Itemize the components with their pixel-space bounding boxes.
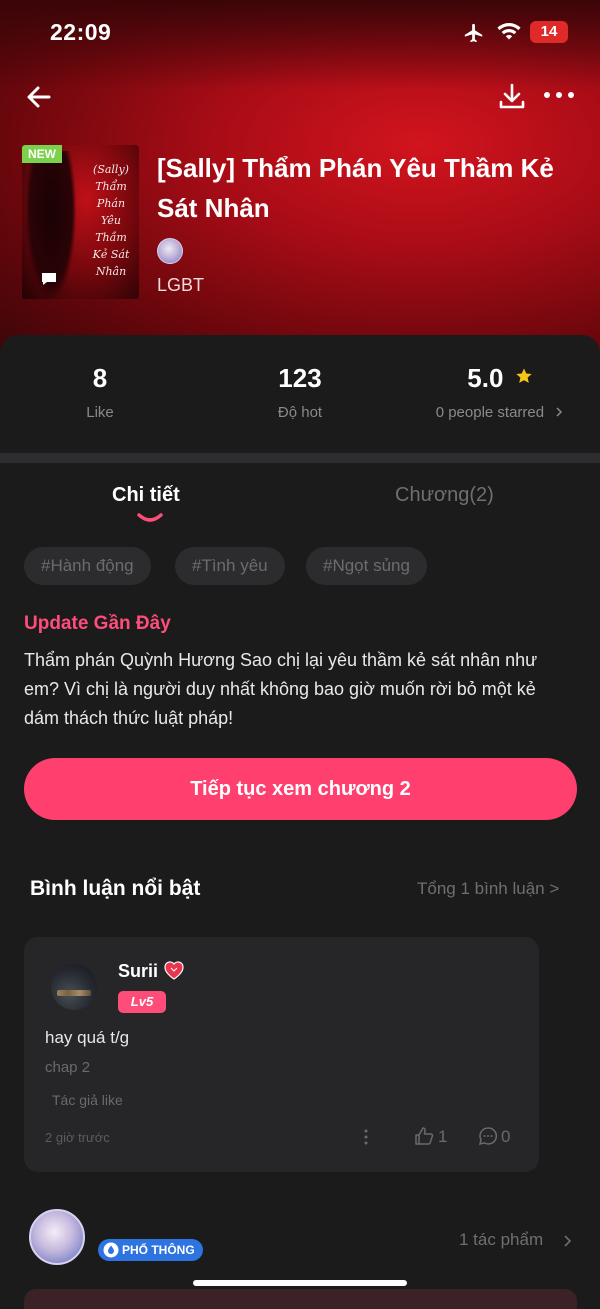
status-time: 22:09 <box>50 19 112 45</box>
author-liked-label: Tác giả like <box>52 1092 123 1108</box>
more-icon[interactable] <box>542 88 576 102</box>
cover-line: Yêu <box>101 214 121 227</box>
chevron-right-icon <box>556 407 563 417</box>
section-divider <box>0 453 600 463</box>
reply-bubble-icon[interactable] <box>478 1126 498 1146</box>
hot-value: 123 <box>278 363 322 393</box>
book-genre[interactable]: LGBT <box>157 275 204 296</box>
tab-chapters[interactable]: Chương(2) <box>395 484 494 507</box>
likes-label: Like <box>86 404 114 421</box>
update-description: Thẩm phán Quỳnh Hương Sao chị lại yêu th… <box>24 650 538 728</box>
back-arrow-icon[interactable] <box>22 80 56 114</box>
battery-icon: 14 <box>530 21 568 43</box>
next-section-peek <box>24 1289 577 1309</box>
comment-time: 2 giờ trước <box>45 1130 110 1145</box>
drop-icon <box>103 1242 119 1258</box>
update-heading: Update Gần Đây <box>24 613 171 634</box>
continue-reading-button[interactable]: Tiếp tục xem chương 2 <box>24 758 577 820</box>
tag-chip[interactable]: #Ngọt sủng <box>306 547 427 585</box>
book-cover[interactable]: NEW (Sally) Thẩm Phán Yêu Thầm Kẻ Sát Nh… <box>22 145 139 299</box>
rating-value: 5.0 <box>467 363 504 393</box>
book-title: [Sally] Thẩm Phán Yêu Thầm Kẻ Sát Nhân <box>157 153 554 223</box>
chat-bubble-icon <box>42 273 56 285</box>
author-tier-label: PHỔ THÔNG <box>122 1243 195 1257</box>
author-row[interactable]: PHỔ THÔNG 1 tác phẩm <box>0 1205 600 1275</box>
status-bar: 22:09 14 <box>0 0 600 66</box>
cover-line: Phán <box>96 197 126 210</box>
comment-more-icon[interactable] <box>362 1128 370 1146</box>
hot-label: Độ hot <box>277 404 323 421</box>
comment-chapter[interactable]: chap 2 <box>45 1059 90 1076</box>
airplane-icon <box>464 23 483 43</box>
stat-rating[interactable]: 5.0 0 people starred <box>400 363 600 421</box>
rating-label: 0 people starred <box>435 404 545 421</box>
wifi-icon <box>497 23 521 40</box>
author-works-link[interactable]: 1 tác phẩm <box>459 1230 543 1250</box>
comment-card[interactable]: Surii Lv5 hay quá t/g chap 2 Tác giả lik… <box>24 937 539 1172</box>
rating-row: 5.0 <box>400 363 600 394</box>
tag-chip[interactable]: #Hành động <box>24 547 151 585</box>
home-indicator[interactable] <box>193 1280 407 1286</box>
like-count: 1 <box>438 1127 448 1146</box>
star-icon <box>516 368 532 383</box>
reply-count: 0 <box>501 1127 511 1146</box>
comments-heading: Bình luận nổi bật <box>30 877 201 900</box>
stat-hot: 123 Độ hot <box>200 363 400 421</box>
stat-likes: 8 Like <box>0 363 200 421</box>
cover-line: Thầm <box>95 231 127 244</box>
author-avatar[interactable] <box>29 1209 85 1265</box>
new-badge: NEW <box>22 145 62 163</box>
cover-line: Nhân <box>95 265 127 278</box>
author-tier-badge: PHỔ THÔNG <box>98 1239 203 1261</box>
tab-detail[interactable]: Chi tiết <box>112 484 180 507</box>
cover-line: Kẻ Sát <box>92 248 130 261</box>
stats-row: 8 Like 123 Độ hot 5.0 0 people starred <box>0 345 600 445</box>
heart-icon <box>164 961 184 980</box>
commenter-avatar[interactable] <box>51 964 97 1010</box>
download-icon[interactable] <box>496 80 528 112</box>
cover-title-art: (Sally) Thẩm Phán Yêu Thầm Kẻ Sát Nhân <box>84 161 138 280</box>
top-nav <box>0 70 600 120</box>
rating-label-row: 0 people starred <box>400 404 600 421</box>
comment-text: hay quá t/g <box>45 1028 130 1047</box>
commenter-name[interactable]: Surii <box>118 961 158 982</box>
likes-value: 8 <box>92 363 108 393</box>
comments-total-link[interactable]: Tổng 1 bình luận > <box>417 879 559 899</box>
level-badge: Lv5 <box>118 991 166 1013</box>
author-avatar-small[interactable] <box>157 238 183 264</box>
tab-active-indicator <box>137 513 163 522</box>
thumbs-up-icon[interactable] <box>414 1126 434 1146</box>
chevron-right-icon <box>564 1235 572 1247</box>
cover-line: Thẩm <box>95 180 127 193</box>
tag-chip[interactable]: #Tình yêu <box>175 547 285 585</box>
cover-line: (Sally) <box>93 163 129 176</box>
